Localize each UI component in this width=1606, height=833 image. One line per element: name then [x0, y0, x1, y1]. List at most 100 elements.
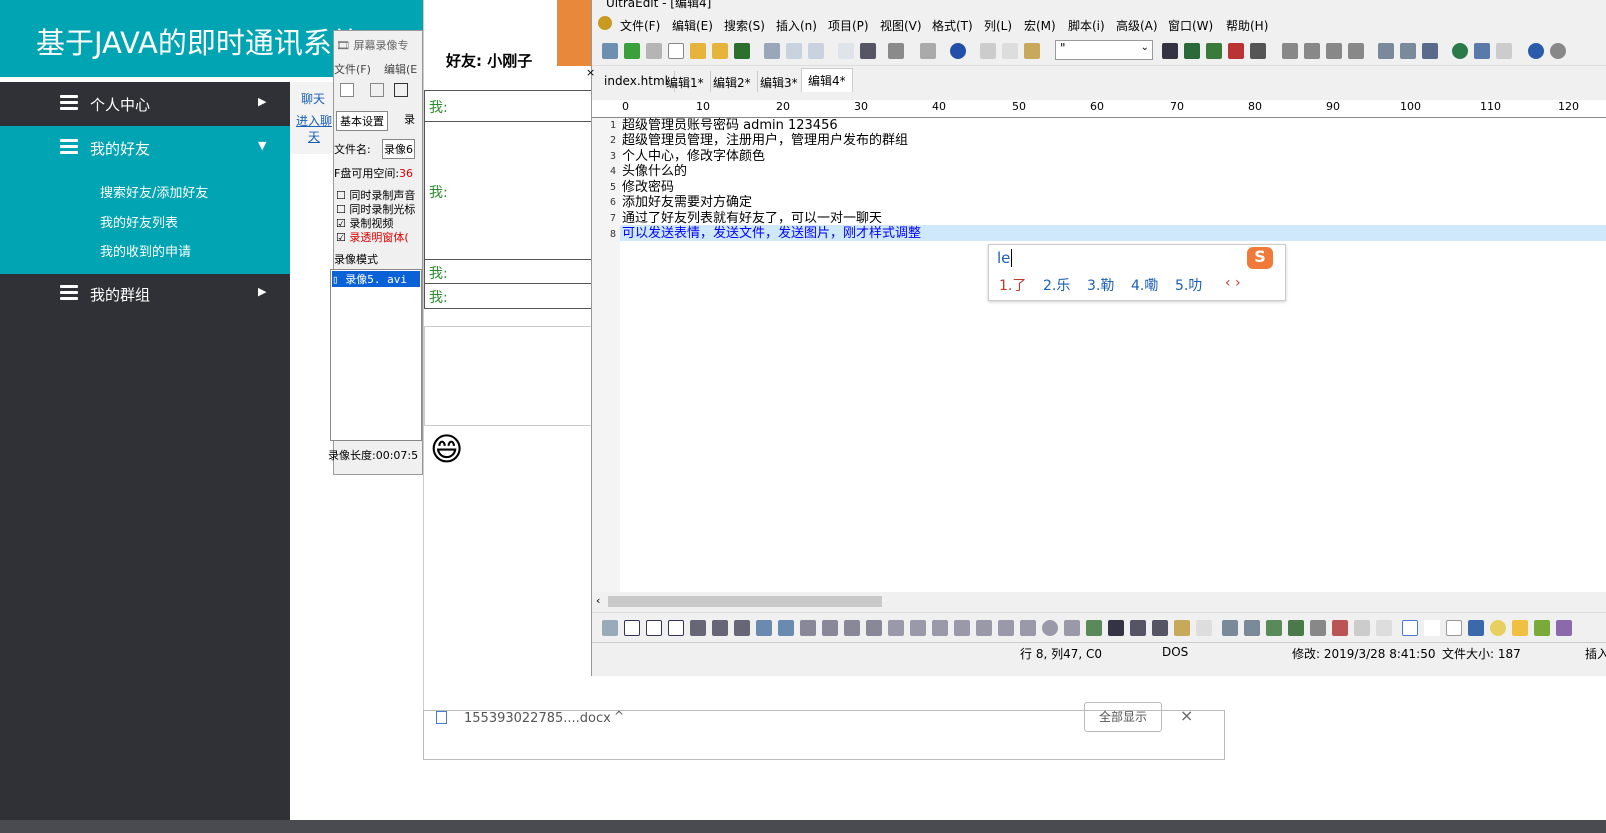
ime-page-nav[interactable]: ‹ ›	[1225, 275, 1241, 291]
emoji-button[interactable]: 😄	[430, 430, 463, 468]
find-next-icon[interactable]	[1184, 43, 1200, 59]
save-icon[interactable]	[734, 43, 750, 59]
misc-icon[interactable]	[1556, 620, 1572, 636]
doc-icon[interactable]	[838, 43, 854, 59]
ime-candidate[interactable]: 1.了	[999, 275, 1026, 295]
filename-input[interactable]: 录像6	[382, 139, 415, 159]
tab-edit1[interactable]: 编辑1*	[660, 71, 711, 92]
underline-icon[interactable]	[668, 620, 684, 636]
yahoo-icon[interactable]	[1424, 620, 1440, 636]
anchor-icon[interactable]	[1108, 620, 1124, 636]
wrap-icon[interactable]	[860, 43, 876, 59]
menu-search[interactable]: 搜索(S)	[724, 17, 765, 34]
help-icon[interactable]	[1376, 620, 1392, 636]
tab-edit2[interactable]: 编辑2*	[707, 71, 758, 92]
search-combo[interactable]: " ⌄	[1055, 40, 1153, 60]
table-icon[interactable]	[1222, 620, 1238, 636]
textbox-icon[interactable]	[932, 620, 948, 636]
record-icon[interactable]	[370, 83, 384, 97]
copy-icon[interactable]	[1002, 43, 1018, 59]
nav-sub-requests[interactable]: 我的收到的申请	[100, 241, 191, 260]
chat-tab[interactable]: 聊天	[301, 90, 325, 107]
italic-icon[interactable]	[646, 620, 662, 636]
print-icon[interactable]	[764, 43, 780, 59]
nav-item-personal[interactable]: 个人中心 ▶	[0, 82, 290, 126]
tab-edit3[interactable]: 编辑3*	[754, 71, 805, 92]
google-icon[interactable]	[1402, 620, 1418, 636]
compare-icon[interactable]	[1496, 43, 1512, 59]
font-icon[interactable]	[756, 620, 772, 636]
menu-window[interactable]: 窗口(W)	[1168, 17, 1213, 34]
opt-transparent[interactable]: ☑ 录透明窗体(	[336, 229, 409, 245]
list-item[interactable]: ▯ 录像5. avi	[332, 271, 420, 287]
find-icon[interactable]	[808, 43, 824, 59]
list-icon[interactable]	[920, 43, 936, 59]
indent-icon[interactable]	[690, 620, 706, 636]
hidden-icon[interactable]	[976, 620, 992, 636]
char-icon[interactable]	[1152, 620, 1168, 636]
menu-help[interactable]: 帮助(H)	[1226, 17, 1268, 34]
menu-column[interactable]: 列(L)	[984, 17, 1012, 34]
ime-candidate[interactable]: 3.勒	[1087, 275, 1114, 295]
recorder-menu-file[interactable]: 文件(F)	[334, 61, 371, 77]
download-filename[interactable]: 155393022785....docx	[464, 711, 611, 726]
preview-icon[interactable]	[1354, 620, 1370, 636]
script-icon[interactable]	[1130, 620, 1146, 636]
bold-icon[interactable]	[624, 620, 640, 636]
wikipedia-icon[interactable]	[1446, 620, 1462, 636]
heading-icon[interactable]	[800, 620, 816, 636]
browser-icon[interactable]	[1474, 43, 1490, 59]
encode-icon[interactable]	[1310, 620, 1326, 636]
nav-sub-search-friends[interactable]: 搜索好友/添加好友	[100, 182, 208, 201]
tab-basic-settings[interactable]: 基本设置	[336, 111, 388, 131]
menu-advanced[interactable]: 高级(A)	[1116, 17, 1158, 34]
close-tab-icon[interactable]: ×	[586, 66, 595, 79]
horizontal-scrollbar[interactable]: ‹	[592, 592, 1606, 610]
info-icon[interactable]	[1528, 43, 1544, 59]
recorder-menu-edit[interactable]: 编辑(E	[384, 61, 417, 77]
globe-icon[interactable]	[950, 43, 966, 59]
close-icon[interactable]: ×	[1180, 706, 1193, 725]
enter-chat-link[interactable]: 进入聊	[296, 112, 332, 129]
lightbulb-icon[interactable]	[1490, 620, 1506, 636]
ime-candidate[interactable]: 5.叻	[1175, 275, 1202, 295]
button-icon[interactable]	[954, 620, 970, 636]
ime-candidate[interactable]: 2.乐	[1043, 275, 1070, 295]
form-icon[interactable]	[888, 620, 904, 636]
windows-icon[interactable]	[1422, 43, 1438, 59]
split-v-icon[interactable]	[1400, 43, 1416, 59]
dictionary-icon[interactable]	[1468, 620, 1484, 636]
align-center-icon[interactable]	[1304, 43, 1320, 59]
heading3-icon[interactable]	[844, 620, 860, 636]
help-icon[interactable]	[1196, 620, 1212, 636]
radio-icon[interactable]	[1042, 620, 1058, 636]
heading4-icon[interactable]	[866, 620, 882, 636]
menu-view[interactable]: 视图(V)	[880, 17, 922, 34]
toolbar-icon[interactable]	[602, 43, 618, 59]
chevron-up-icon[interactable]: ^	[614, 709, 624, 723]
scroll-left-icon[interactable]: ‹	[596, 594, 600, 607]
back-icon[interactable]	[624, 43, 640, 59]
bullet-list-icon[interactable]	[712, 620, 728, 636]
id-icon[interactable]	[1288, 620, 1304, 636]
open-icon[interactable]	[712, 43, 728, 59]
hex-icon[interactable]	[888, 43, 904, 59]
show-all-button[interactable]: 全部显示	[1084, 702, 1162, 732]
forward-icon[interactable]	[646, 43, 662, 59]
snippet-icon[interactable]	[1174, 620, 1190, 636]
tools-icon[interactable]	[1332, 620, 1348, 636]
html-icon[interactable]	[602, 620, 618, 636]
menu-file[interactable]: 文件(F)	[620, 17, 660, 34]
open-folder-icon[interactable]	[690, 43, 706, 59]
heading2-icon[interactable]	[822, 620, 838, 636]
image-icon[interactable]	[1086, 620, 1102, 636]
settings-icon[interactable]	[1550, 43, 1566, 59]
align-left-icon[interactable]	[1282, 43, 1298, 59]
tab-edit4[interactable]: 编辑4*	[801, 68, 853, 92]
nav-item-friends[interactable]: 我的好友 ▼	[0, 126, 290, 170]
new-file-icon[interactable]	[668, 43, 684, 59]
binoculars-icon[interactable]	[1162, 43, 1178, 59]
menu-project[interactable]: 项目(P)	[828, 17, 869, 34]
menu-macro[interactable]: 宏(M)	[1024, 17, 1056, 34]
web-icon[interactable]	[1452, 43, 1468, 59]
